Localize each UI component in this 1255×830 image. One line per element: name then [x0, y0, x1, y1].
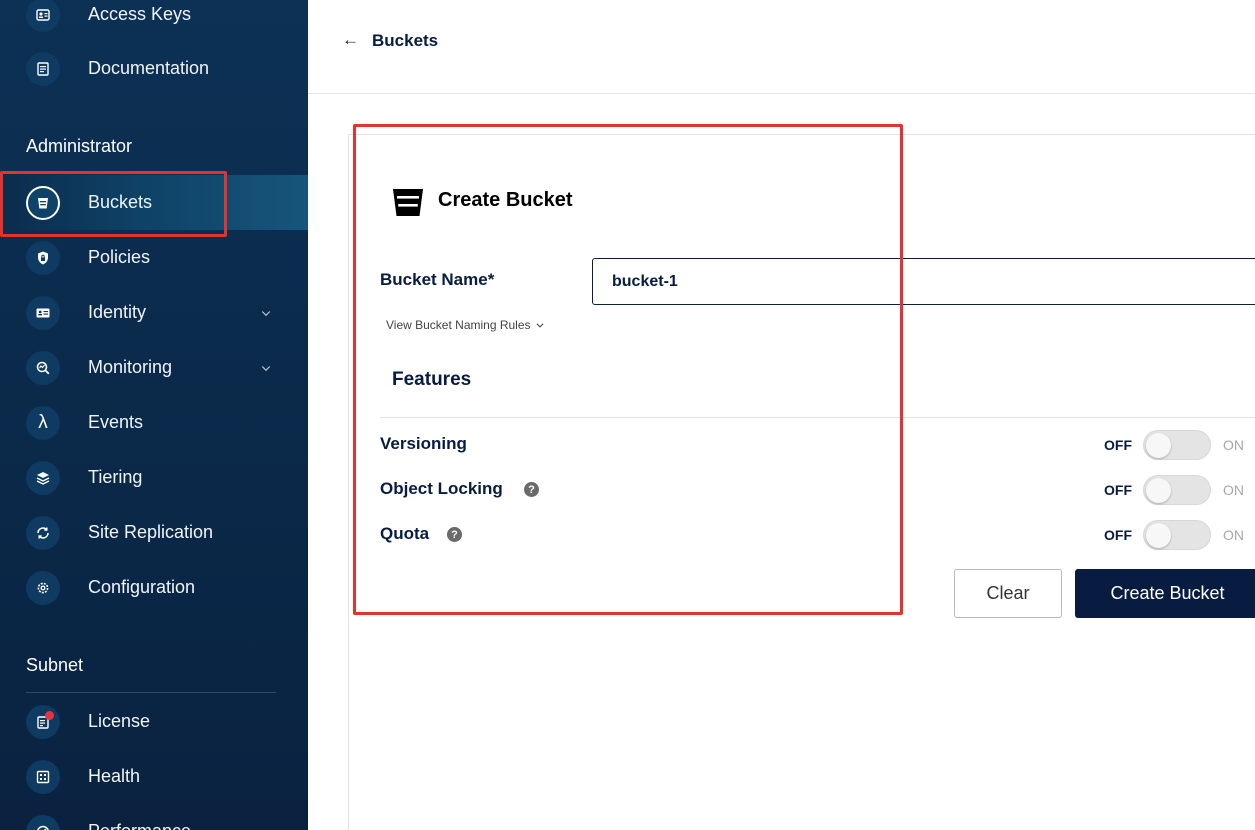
- breadcrumb[interactable]: Buckets: [372, 31, 438, 51]
- sidebar-item-label: Monitoring: [88, 357, 173, 377]
- layers-icon: [26, 460, 60, 495]
- toggle-knob: [1146, 433, 1171, 458]
- toggle-on-label: ON: [1223, 437, 1244, 453]
- sidebar-item-license[interactable]: License: [0, 694, 308, 749]
- sidebar-item-label: Policies: [88, 247, 151, 267]
- sidebar-item-health[interactable]: Health: [0, 749, 308, 804]
- back-arrow-icon[interactable]: ←: [342, 30, 360, 52]
- health-icon: [26, 759, 60, 794]
- sidebar-item-identity[interactable]: Identity: [0, 285, 308, 340]
- toggle-knob: [1146, 523, 1171, 548]
- versioning-toggle[interactable]: [1143, 430, 1211, 460]
- sidebar-item-performance[interactable]: Performance: [0, 804, 308, 830]
- documentation-icon: [26, 51, 60, 86]
- toggle-knob: [1146, 478, 1171, 503]
- object-locking-toggle[interactable]: [1143, 475, 1211, 505]
- sidebar-item-label: License: [88, 711, 151, 731]
- sidebar-item-label: Performance: [88, 821, 191, 830]
- quota-toggle[interactable]: [1143, 520, 1211, 550]
- sidebar-item-label: Documentation: [88, 58, 210, 78]
- chevron-down-icon[interactable]: [258, 360, 274, 376]
- sidebar-item-configuration[interactable]: Configuration: [0, 560, 308, 615]
- sidebar-item-monitoring[interactable]: Monitoring: [0, 340, 308, 395]
- sidebar-item-label: Access Keys: [88, 4, 192, 24]
- section-title-subnet: Subnet: [26, 655, 84, 675]
- sidebar-item-label: Identity: [88, 302, 147, 322]
- sidebar-item-label: Configuration: [88, 577, 196, 597]
- sidebar-item-tiering[interactable]: Tiering: [0, 450, 308, 505]
- create-bucket-button[interactable]: Create Bucket: [1075, 569, 1255, 618]
- sidebar-item-label: Events: [88, 412, 144, 432]
- sync-icon: [26, 515, 60, 550]
- sidebar-item-label: Health: [88, 766, 141, 786]
- sidebar-item-policies[interactable]: Policies: [0, 230, 308, 285]
- section-title-administrator: Administrator: [26, 136, 133, 156]
- page-header: [308, 0, 1255, 94]
- sidebar: Access Keys Documentation Administrator …: [0, 0, 308, 830]
- performance-icon: [26, 814, 60, 830]
- license-icon: [26, 704, 60, 739]
- access-keys-icon: [26, 0, 60, 32]
- toggle-on-label: ON: [1223, 527, 1244, 543]
- magnifier-chart-icon: [26, 350, 60, 385]
- sidebar-divider: [26, 692, 276, 693]
- sidebar-item-events[interactable]: λ Events: [0, 395, 308, 450]
- chevron-down-icon[interactable]: [258, 305, 274, 321]
- gear-icon: [26, 570, 60, 605]
- highlight-box-buckets: [0, 171, 227, 237]
- clear-button[interactable]: Clear: [954, 569, 1062, 618]
- sidebar-item-site-replication[interactable]: Site Replication: [0, 505, 308, 560]
- toggle-off-label: OFF: [1104, 437, 1132, 453]
- shield-lock-icon: [26, 240, 60, 275]
- highlight-box-form: [353, 124, 903, 615]
- toggle-on-label: ON: [1223, 482, 1244, 498]
- sidebar-item-label: Tiering: [88, 467, 143, 487]
- lambda-icon: λ: [26, 405, 60, 440]
- toggle-off-label: OFF: [1104, 482, 1132, 498]
- sidebar-item-documentation[interactable]: Documentation: [0, 41, 308, 96]
- id-card-icon: [26, 295, 60, 330]
- toggle-off-label: OFF: [1104, 527, 1132, 543]
- sidebar-item-label: Site Replication: [88, 522, 214, 542]
- notification-dot: [45, 711, 54, 720]
- sidebar-item-access-keys[interactable]: Access Keys: [0, 0, 308, 42]
